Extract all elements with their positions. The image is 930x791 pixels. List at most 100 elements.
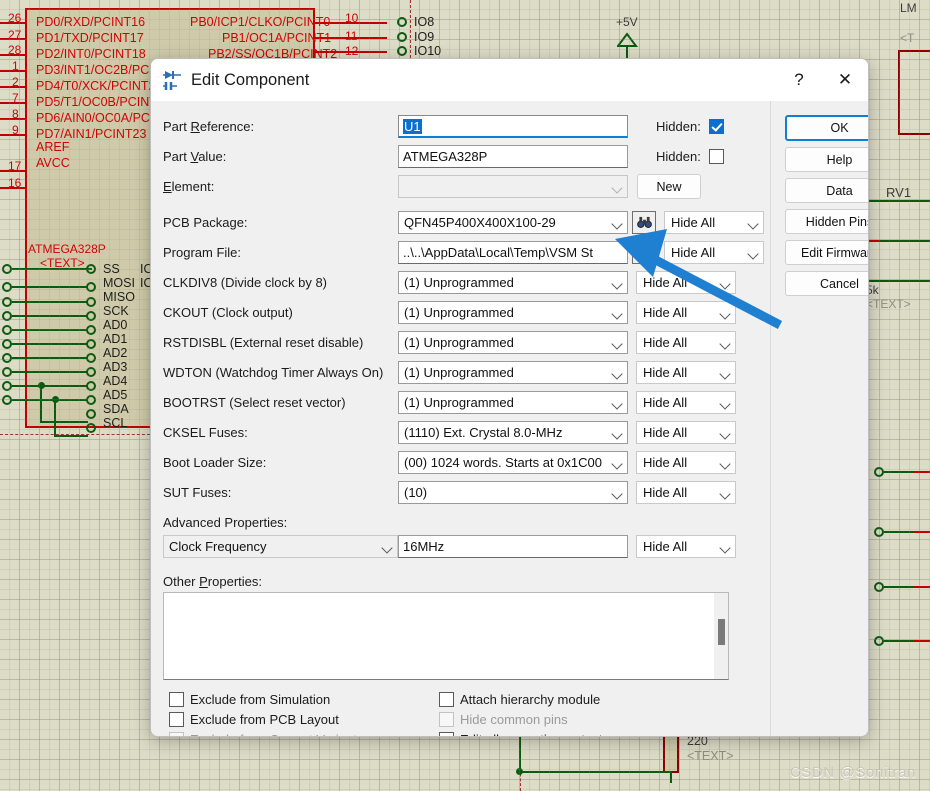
net-terminal[interactable] <box>86 367 96 377</box>
sheet-boundary <box>0 434 150 435</box>
net-terminal[interactable] <box>86 264 96 274</box>
element-combo[interactable] <box>398 175 628 198</box>
binoculars-icon[interactable] <box>632 211 656 234</box>
part-value-label: Part Value: <box>163 149 227 164</box>
wire <box>914 586 930 588</box>
scrollbar-thumb[interactable] <box>718 619 725 645</box>
dialog-titlebar[interactable]: Edit Component ? ✕ <box>151 59 868 101</box>
attach-hierarchy-module-checkbox[interactable] <box>439 692 454 707</box>
fuse-combo[interactable]: (10) <box>398 481 628 504</box>
net-terminal[interactable] <box>397 17 407 27</box>
fuse-hide-combo[interactable]: Hide All <box>636 421 736 444</box>
fuse-combo[interactable]: (1110) Ext. Crystal 8.0-MHz <box>398 421 628 444</box>
fuse-combo[interactable]: (1) Unprogrammed <box>398 361 628 384</box>
exclude-pcb-layout-checkbox[interactable] <box>169 712 184 727</box>
net-terminal[interactable] <box>874 467 884 477</box>
ok-button[interactable]: OK <box>784 115 868 141</box>
net-terminal[interactable] <box>2 339 12 349</box>
bus-label: MOSI <box>103 276 135 290</box>
edit-all-properties-as-text-checkbox[interactable] <box>439 732 454 736</box>
net-terminal[interactable] <box>86 353 96 363</box>
new-element-button[interactable]: New <box>637 174 701 199</box>
net-terminal[interactable] <box>2 325 12 335</box>
exclude-simulation-checkbox[interactable] <box>169 692 184 707</box>
fuse-hide-combo[interactable]: Hide All <box>636 271 736 294</box>
net-terminal[interactable] <box>86 423 96 433</box>
net-terminal[interactable] <box>2 311 12 321</box>
chevron-down-icon <box>611 428 623 440</box>
help-titlebar-button[interactable]: ? <box>776 59 822 101</box>
program-file-hide-combo[interactable]: Hide All <box>664 241 764 264</box>
fuse-value: (1) Unprogrammed <box>404 365 514 380</box>
folder-icon[interactable] <box>632 241 656 264</box>
cancel-button[interactable]: Cancel <box>784 271 868 296</box>
net-terminal[interactable] <box>2 353 12 363</box>
net-terminal[interactable] <box>2 297 12 307</box>
part-value-hidden-checkbox[interactable] <box>708 149 724 164</box>
net-terminal[interactable] <box>86 395 96 405</box>
net-terminal[interactable] <box>86 297 96 307</box>
part-value-input[interactable]: ATMEGA328P <box>398 145 628 168</box>
fuse-hide-combo[interactable]: Hide All <box>636 481 736 504</box>
advanced-value-input[interactable]: 16MHz <box>398 535 628 558</box>
bus-wire <box>12 357 87 359</box>
net-terminal[interactable] <box>874 582 884 592</box>
net-terminal[interactable] <box>874 527 884 537</box>
fuse-hide-combo[interactable]: Hide All <box>636 451 736 474</box>
pcb-package-hide-combo[interactable]: Hide All <box>664 211 764 234</box>
net-terminal[interactable] <box>874 636 884 646</box>
fuse-label: SUT Fuses: <box>163 485 232 500</box>
data-button[interactable]: Data <box>784 178 868 203</box>
net-terminal[interactable] <box>397 32 407 42</box>
net-terminal[interactable] <box>86 409 96 419</box>
edit-firmware-button[interactable]: Edit Firmware <box>784 240 868 265</box>
net-terminal[interactable] <box>2 381 12 391</box>
net-terminal[interactable] <box>2 367 12 377</box>
net-terminal[interactable] <box>86 311 96 321</box>
row-fuse: CKOUT (Clock output) (1) Unprogrammed Hi… <box>163 299 764 326</box>
option-exclude-simulation[interactable]: Exclude from Simulation <box>163 690 433 709</box>
edit-component-dialog[interactable]: Edit Component ? ✕ Part Reference: U1 Hi… <box>150 58 869 737</box>
fuse-hide-combo[interactable]: Hide All <box>636 331 736 354</box>
option-attach-hierarchy-module[interactable]: Attach hierarchy module <box>433 690 703 709</box>
option-edit-all-properties-as-text[interactable]: Edit all properties as text <box>433 730 703 736</box>
net-terminal[interactable] <box>86 381 96 391</box>
fuse-combo[interactable]: (1) Unprogrammed <box>398 271 628 294</box>
part-reference-hidden-checkbox[interactable] <box>708 119 724 134</box>
bus-label: AD2 <box>103 346 128 360</box>
hidden-pins-button[interactable]: Hidden Pins <box>784 209 868 234</box>
net-terminal[interactable] <box>2 282 12 292</box>
fuse-hide-value: Hide All <box>643 275 688 290</box>
fuse-label: WDTON (Watchdog Timer Always On) <box>163 365 384 380</box>
close-button[interactable]: ✕ <box>822 59 868 101</box>
advanced-property-combo[interactable]: Clock Frequency <box>163 535 398 558</box>
fuse-hide-combo[interactable]: Hide All <box>636 361 736 384</box>
pcb-package-combo[interactable]: QFN45P400X400X100-29 <box>398 211 628 234</box>
net-terminal[interactable] <box>86 325 96 335</box>
net-terminal[interactable] <box>2 264 12 274</box>
fuse-hide-combo[interactable]: Hide All <box>636 301 736 324</box>
chevron-down-icon <box>611 338 623 350</box>
pin-wire <box>0 102 27 104</box>
net-terminal[interactable] <box>2 395 12 405</box>
fuse-combo[interactable]: (1) Unprogrammed <box>398 331 628 354</box>
advanced-hide-combo[interactable]: Hide All <box>636 535 736 558</box>
option-exclude-pcb-layout[interactable]: Exclude from PCB Layout <box>163 710 433 729</box>
chevron-down-icon <box>747 248 759 260</box>
net-terminal[interactable] <box>397 46 407 56</box>
fuse-combo[interactable]: (1) Unprogrammed <box>398 301 628 324</box>
wire <box>884 640 914 642</box>
fuse-value: (00) 1024 words. Starts at 0x1C00 <box>404 455 602 470</box>
fuse-hide-combo[interactable]: Hide All <box>636 391 736 414</box>
net-terminal[interactable] <box>86 339 96 349</box>
fuse-combo[interactable]: (00) 1024 words. Starts at 0x1C00 <box>398 451 628 474</box>
fuse-hide-value: Hide All <box>643 455 688 470</box>
pin-wire <box>0 70 27 72</box>
fuse-combo[interactable]: (1) Unprogrammed <box>398 391 628 414</box>
textarea-scrollbar[interactable] <box>714 593 728 679</box>
net-terminal[interactable] <box>86 282 96 292</box>
other-properties-textarea[interactable] <box>163 592 729 680</box>
part-reference-input[interactable]: U1 <box>398 115 628 138</box>
program-file-input[interactable]: ..\..\AppData\Local\Temp\VSM St <box>398 241 628 264</box>
help-button[interactable]: Help <box>784 147 868 172</box>
